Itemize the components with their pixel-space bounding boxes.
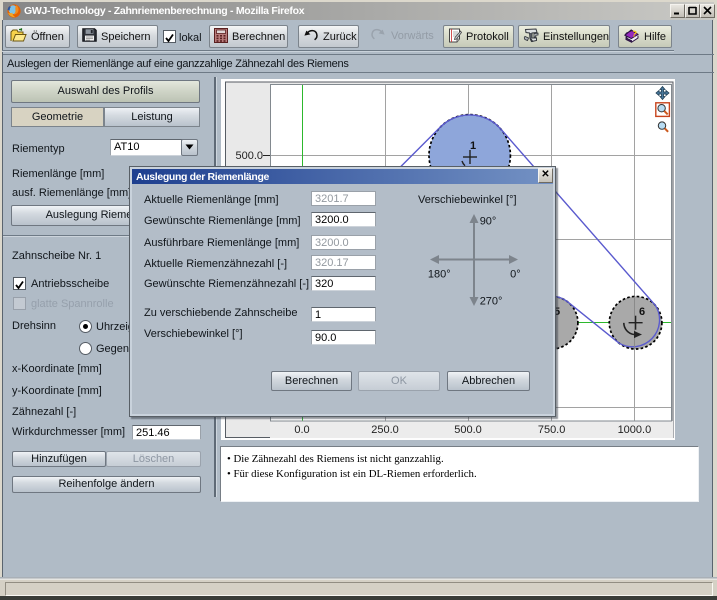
svg-text:270°: 270° xyxy=(480,295,503,307)
svg-text:750.0: 750.0 xyxy=(538,424,566,436)
svg-text:500.0: 500.0 xyxy=(235,150,263,162)
svg-text:500.0: 500.0 xyxy=(454,424,482,436)
svg-text:90°: 90° xyxy=(480,215,497,227)
svg-text:1: 1 xyxy=(470,140,476,152)
svg-text:6: 6 xyxy=(639,306,645,318)
svg-text:250.0: 250.0 xyxy=(371,424,399,436)
svg-text:0°: 0° xyxy=(510,268,521,280)
svg-text:180°: 180° xyxy=(428,268,451,280)
svg-text:0.0: 0.0 xyxy=(294,424,309,436)
svg-text:1000.0: 1000.0 xyxy=(618,424,652,436)
